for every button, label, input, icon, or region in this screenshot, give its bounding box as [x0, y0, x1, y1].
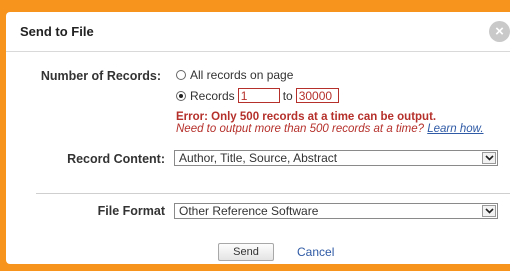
error-hint: Need to output more than 500 records at … [176, 123, 484, 135]
records-to-label: to [282, 88, 293, 103]
file-format-label: File Format [97, 204, 165, 218]
number-of-records-label: Number of Records: [40, 69, 161, 83]
dialog-title: Send to File [20, 24, 94, 39]
file-format-select[interactable]: Other Reference Software [174, 203, 498, 219]
dialog-title-bar: Send to File × [6, 12, 510, 52]
radio-records-range-label: Records [190, 88, 235, 103]
error-message: Error: Only 500 records at a time can be… [176, 111, 437, 123]
record-content-select[interactable]: Author, Title, Source, Abstract [174, 150, 498, 166]
chevron-down-icon[interactable] [482, 152, 496, 164]
records-to-input[interactable]: 30000 [295, 88, 339, 103]
radio-records-range-button[interactable] [176, 90, 186, 101]
record-content-value: Author, Title, Source, Abstract [179, 151, 338, 165]
radio-all-records[interactable]: All records on page [176, 68, 293, 82]
close-icon: × [495, 23, 504, 40]
record-content-label: Record Content: [67, 152, 165, 166]
records-from-input[interactable]: 1 [237, 88, 280, 103]
section-divider [36, 193, 510, 194]
chevron-down-icon[interactable] [482, 205, 496, 217]
send-to-file-dialog: Send to File × Number of Records: All re… [6, 12, 510, 264]
close-button[interactable]: × [489, 21, 510, 42]
radio-records-range[interactable]: Records 1 to 30000 [176, 88, 339, 103]
radio-all-records-label: All records on page [190, 68, 294, 82]
file-format-value: Other Reference Software [179, 204, 319, 218]
radio-all-records-button[interactable] [176, 70, 186, 80]
learn-how-link[interactable]: Learn how. [427, 123, 483, 135]
send-button[interactable]: Send [218, 243, 274, 261]
error-hint-text: Need to output more than 500 records at … [176, 123, 425, 135]
cancel-link[interactable]: Cancel [297, 245, 334, 259]
